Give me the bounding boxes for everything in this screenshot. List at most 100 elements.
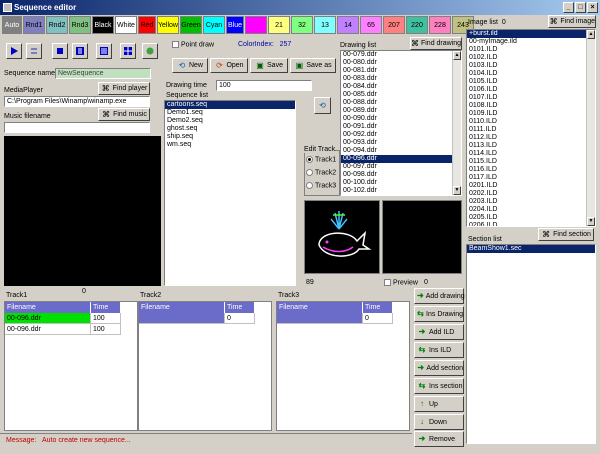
track-grid[interactable]: Filename Time 0 [138, 301, 272, 431]
color-swatch[interactable]: 32 [291, 16, 313, 34]
drawing-list-item[interactable]: 00-092.ddr [341, 131, 461, 139]
grid-icon[interactable] [120, 43, 136, 59]
table-row[interactable]: 0 [277, 313, 409, 324]
color-swatch[interactable]: Rnd3 [69, 16, 91, 34]
time-header[interactable]: Time [225, 302, 255, 313]
point-draw-checkbox[interactable]: Point draw [172, 41, 214, 48]
bars-icon[interactable] [96, 43, 112, 59]
image-list-item[interactable]: 0203.ILD [467, 198, 595, 206]
drawing-time-input[interactable]: 100 [216, 80, 312, 91]
filename-header[interactable]: Filename [5, 302, 91, 313]
time-header[interactable]: Time [363, 302, 393, 313]
image-list-item[interactable]: 00-myImage.ild [467, 38, 595, 46]
drawing-list-item[interactable]: 00-080.ddr [341, 59, 461, 67]
save-button[interactable]: ▣ Save [250, 58, 288, 73]
media-player-path-input[interactable]: C:\Program Files\Winamp\winamp.exe [4, 96, 150, 107]
sequence-list-item[interactable]: ghost.seq [165, 125, 295, 133]
track-grid[interactable]: Filename Time 00-096.ddr 100 00-096.ddr 100 [4, 301, 138, 431]
image-list-scrollbar[interactable]: ▲ ▼ [586, 30, 595, 226]
filename-cell[interactable]: 00-096.ddr [5, 313, 91, 324]
image-list[interactable]: +burst.ild 00-myImage.ild 0101.ILD 0102.ILD… [466, 29, 596, 227]
image-list-item[interactable]: 0202.ILD [467, 190, 595, 198]
remove-button[interactable]: ➜ Remove [414, 431, 464, 447]
section-list-item[interactable]: BeamShow1.sec [467, 245, 595, 253]
image-list-item[interactable]: 0110.ILD [467, 118, 595, 126]
image-list-item[interactable]: 0107.ILD [467, 94, 595, 102]
color-swatch[interactable]: Rnd1 [23, 16, 45, 34]
color-swatch[interactable]: White [115, 16, 137, 34]
find-music-button[interactable]: ⌘ Find music [98, 108, 150, 121]
image-list-item[interactable]: 0103.ILD [467, 62, 595, 70]
image-list-item[interactable]: 0206.ILD [467, 222, 595, 226]
drawing-list-item[interactable]: 00-089.ddr [341, 107, 461, 115]
sequence-list-item[interactable]: ship.seq [165, 133, 295, 141]
image-list-item[interactable]: 0113.ILD [467, 142, 595, 150]
image-list-item[interactable]: 0108.ILD [467, 102, 595, 110]
time-header[interactable]: Time [91, 302, 121, 313]
color-swatch[interactable]: 14 [337, 16, 359, 34]
drawing-list-item[interactable]: 00-094.ddr [341, 147, 461, 155]
image-list-item[interactable]: 0114.ILD [467, 150, 595, 158]
image-list-item[interactable]: 0205.ILD [467, 214, 595, 222]
color-swatch[interactable]: 228 [429, 16, 451, 34]
drawing-list-item[interactable]: 00-097.ddr [341, 163, 461, 171]
drawing-list-item[interactable]: 00-085.ddr [341, 91, 461, 99]
color-swatch[interactable]: Red [138, 16, 156, 34]
add-section-button[interactable]: ➜ Add section [414, 360, 464, 376]
time-cell[interactable]: 100 [91, 324, 121, 335]
image-list-item[interactable]: +burst.ild [467, 30, 595, 38]
sequence-list-item[interactable]: cartoons.seq [165, 101, 295, 109]
image-list-item[interactable]: 0102.ILD [467, 54, 595, 62]
drawing-list-scrollbar[interactable]: ▲ ▼ [452, 51, 461, 195]
drawing-list-item[interactable]: 00-100.ddr [341, 179, 461, 187]
color-swatch[interactable]: Rnd2 [46, 16, 68, 34]
sequence-list-item[interactable]: Demo2.seq [165, 117, 295, 125]
color-swatch[interactable]: Green [180, 16, 202, 34]
refresh-button[interactable]: ⟲ [314, 97, 331, 114]
color-swatch[interactable]: Cyan [203, 16, 225, 34]
drawing-list-item[interactable]: 00-083.ddr [341, 75, 461, 83]
filename-header[interactable]: Filename [277, 302, 363, 313]
find-player-button[interactable]: ⌘ Find player [98, 82, 150, 95]
color-swatch[interactable]: Yellow [157, 16, 179, 34]
time-cell[interactable]: 0 [363, 313, 393, 324]
drawing-list-item[interactable]: 00-093.ddr [341, 139, 461, 147]
edit-track-radio-1[interactable]: Track1 [306, 156, 336, 163]
open-button[interactable]: ⟳ Open [210, 58, 248, 73]
find-drawing-button[interactable]: ⌘ Find drawing [410, 37, 462, 50]
add-ild-button[interactable]: ➜ Add ILD [414, 324, 464, 340]
play-icon[interactable] [6, 43, 22, 59]
add-drawing-button[interactable]: ➜ Add drawing [414, 288, 465, 304]
time-cell[interactable]: 0 [225, 313, 255, 324]
preview-checkbox[interactable]: Preview [384, 279, 418, 286]
table-row[interactable]: 00-096.ddr 100 [5, 324, 137, 335]
sequence-name-input[interactable]: NewSequence [55, 68, 151, 79]
image-list-item[interactable]: 0115.ILD [467, 158, 595, 166]
loop-icon[interactable] [26, 43, 42, 59]
ins-drawing-button[interactable]: ⇆ Ins Drawing [414, 306, 464, 322]
color-swatch[interactable]: 13 [314, 16, 336, 34]
settings-icon[interactable] [142, 43, 158, 59]
color-swatch[interactable]: 207 [383, 16, 405, 34]
minimize-button[interactable]: _ [563, 2, 574, 13]
close-button[interactable]: × [587, 2, 598, 13]
down-button[interactable]: ↓ Down [414, 414, 464, 430]
music-filename-input[interactable] [4, 122, 150, 133]
drawing-list-item[interactable]: 00-081.ddr [341, 67, 461, 75]
color-swatch[interactable]: 65 [360, 16, 382, 34]
ins-ild-button[interactable]: ⇆ Ins ILD [414, 342, 464, 358]
drawing-list-item[interactable]: 00-103.ddr [341, 195, 461, 196]
image-list-item[interactable]: 0104.ILD [467, 70, 595, 78]
sequence-list[interactable]: cartoons.seq Demo1.seq Demo2.seq ghost.seq s… [164, 100, 296, 286]
drawing-list-item[interactable]: 00-090.ddr [341, 115, 461, 123]
filename-header[interactable]: Filename [139, 302, 225, 313]
edit-track-radio-3[interactable]: Track3 [306, 182, 336, 189]
image-list-item[interactable]: 0109.ILD [467, 110, 595, 118]
image-list-item[interactable]: 0111.ILD [467, 126, 595, 134]
up-button[interactable]: ↑ Up [414, 396, 464, 412]
sequence-list-item[interactable]: Demo1.seq [165, 109, 295, 117]
maximize-button[interactable]: □ [575, 2, 586, 13]
new-button[interactable]: ⟲ New [172, 58, 208, 73]
filename-cell[interactable] [277, 313, 363, 324]
drawing-list-item[interactable]: 00-091.ddr [341, 123, 461, 131]
